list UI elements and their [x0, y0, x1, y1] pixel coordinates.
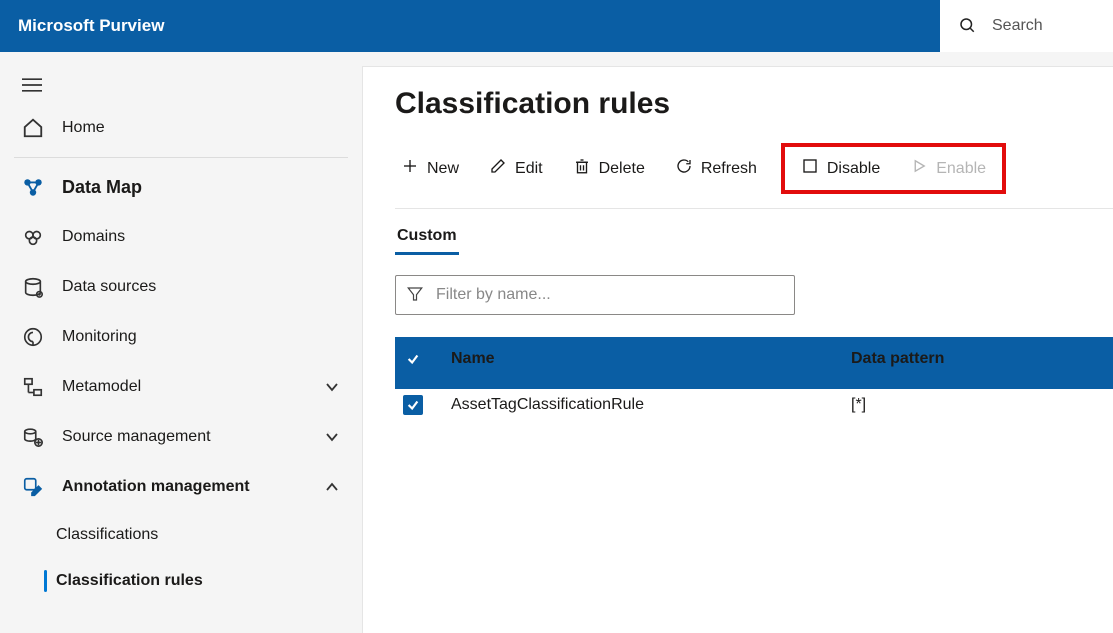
play-icon [910, 157, 928, 180]
chevron-up-icon [324, 479, 340, 495]
nav-data-sources-label: Data sources [62, 278, 156, 296]
nav-metamodel[interactable]: Metamodel [0, 362, 362, 412]
monitoring-icon [22, 326, 44, 348]
table-header-row: Name Data pattern [395, 337, 1113, 389]
sidebar: Home Data Map Domains Data sources [0, 52, 362, 633]
col-header-name: Name [451, 350, 851, 368]
rules-table: Name Data pattern AssetTagClassification… [395, 337, 1113, 425]
nav-classifications[interactable]: Classifications [0, 512, 362, 558]
divider [14, 157, 348, 158]
row-name: AssetTagClassificationRule [451, 396, 851, 414]
nav-data-sources[interactable]: Data sources [0, 262, 362, 312]
delete-button[interactable]: Delete [567, 153, 651, 184]
nav-monitoring[interactable]: Monitoring [0, 312, 362, 362]
datamap-icon [22, 176, 44, 198]
trash-icon [573, 157, 591, 180]
nav-source-management[interactable]: Source management [0, 412, 362, 462]
delete-label: Delete [599, 160, 645, 178]
nav-classification-rules[interactable]: Classification rules [0, 558, 362, 604]
data-sources-icon [22, 276, 44, 298]
nav-domains[interactable]: Domains [0, 212, 362, 262]
search-icon [958, 16, 976, 37]
nav-classifications-label: Classifications [56, 526, 158, 544]
domains-icon [22, 226, 44, 248]
tab-custom-label: Custom [397, 227, 457, 244]
home-icon [22, 117, 44, 139]
refresh-label: Refresh [701, 160, 757, 178]
metamodel-icon [22, 376, 44, 398]
plus-icon [401, 157, 419, 180]
refresh-button[interactable]: Refresh [669, 153, 763, 184]
enable-label: Enable [936, 160, 986, 178]
nav-monitoring-label: Monitoring [62, 328, 137, 346]
nav-data-map[interactable]: Data Map [0, 162, 362, 212]
filter-icon [406, 285, 424, 306]
brand-title: Microsoft Purview [18, 16, 164, 36]
app-header: Microsoft Purview [0, 0, 1113, 52]
edit-label: Edit [515, 160, 543, 178]
table-row[interactable]: AssetTagClassificationRule [*] [395, 389, 1113, 425]
page-title: Classification rules [395, 87, 1113, 121]
row-pattern: [*] [851, 396, 1113, 414]
disable-button[interactable]: Disable [795, 153, 886, 184]
edit-button[interactable]: Edit [483, 153, 549, 184]
filter-wrap[interactable] [395, 275, 795, 315]
toolbar: New Edit Delete Refresh Disable [395, 143, 1113, 209]
source-management-icon [22, 426, 44, 448]
search-input[interactable] [990, 16, 1100, 36]
main-panel: Classification rules New Edit Delete Ref… [362, 66, 1113, 633]
nav-annotation-management-label: Annotation management [62, 478, 250, 496]
nav-home[interactable]: Home [0, 103, 362, 153]
square-icon [801, 157, 819, 180]
enable-button: Enable [904, 153, 992, 184]
col-header-pattern: Data pattern [851, 350, 1113, 368]
nav-source-management-label: Source management [62, 428, 211, 446]
nav-annotation-management[interactable]: Annotation management [0, 462, 362, 512]
nav-home-label: Home [62, 119, 105, 137]
filter-input[interactable] [434, 285, 794, 305]
disable-label: Disable [827, 160, 880, 178]
select-all-checkbox[interactable] [403, 349, 423, 369]
tabs: Custom [395, 209, 1113, 255]
hamburger-button[interactable] [0, 64, 362, 103]
pencil-icon [489, 157, 507, 180]
nav-classification-rules-label: Classification rules [56, 572, 203, 590]
new-label: New [427, 160, 459, 178]
search-box[interactable] [940, 0, 1113, 52]
chevron-down-icon [324, 429, 340, 445]
row-checkbox[interactable] [403, 395, 423, 415]
tab-custom[interactable]: Custom [395, 223, 459, 255]
nav-metamodel-label: Metamodel [62, 378, 141, 396]
new-button[interactable]: New [395, 153, 465, 184]
chevron-down-icon [324, 379, 340, 395]
highlight-box: Disable Enable [781, 143, 1006, 194]
annotation-management-icon [22, 476, 44, 498]
nav-data-map-label: Data Map [62, 177, 142, 198]
refresh-icon [675, 157, 693, 180]
nav-domains-label: Domains [62, 228, 125, 246]
